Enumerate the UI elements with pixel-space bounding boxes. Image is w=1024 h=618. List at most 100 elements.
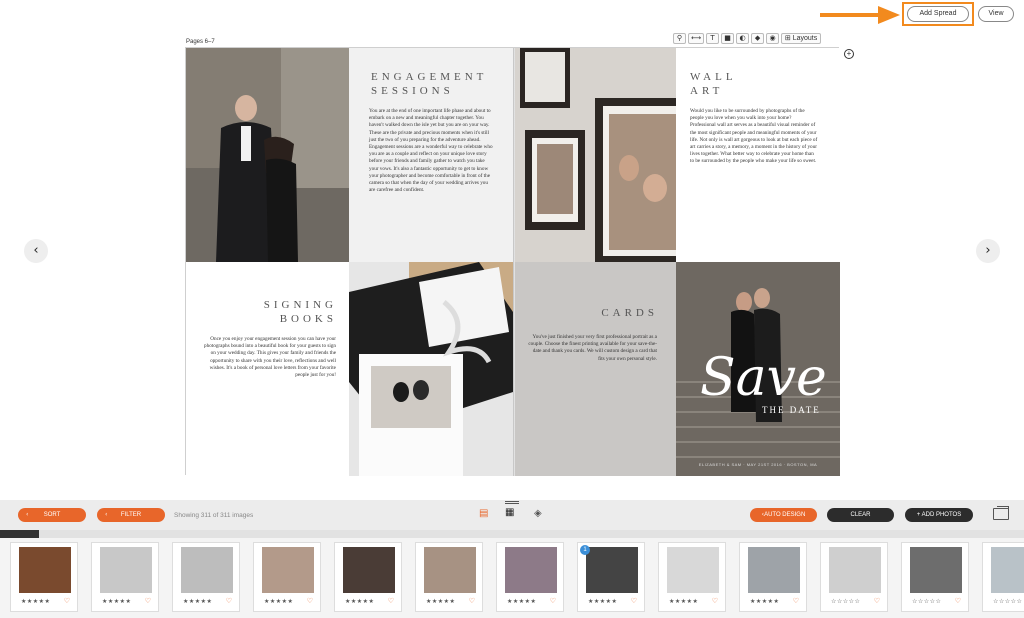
showing-count: Showing 311 of 311 images	[174, 512, 254, 519]
heart-icon[interactable]: ♡	[712, 597, 718, 605]
engagement-text-panel[interactable]: ENGAGEMENT SESSIONS You are at the end o…	[349, 48, 513, 262]
heart-icon[interactable]: ♡	[955, 597, 961, 605]
sort-label: SORT	[43, 512, 61, 518]
heart-icon[interactable]: ♡	[874, 597, 880, 605]
add-spread-button[interactable]: Add Spread	[907, 6, 969, 22]
view-button[interactable]: View	[978, 6, 1014, 22]
heart-icon[interactable]: ♡	[307, 597, 313, 605]
heart-icon[interactable]: ♡	[64, 597, 70, 605]
photo-thumbnail[interactable]: ☆☆☆☆☆ ♡	[820, 542, 888, 612]
rating-stars-icon[interactable]: ★★★★★	[426, 598, 455, 605]
rating-stars-icon[interactable]: ★★★★★	[669, 598, 698, 605]
photo-thumbnail[interactable]: ★★★★★ ♡	[172, 542, 240, 612]
photo-thumbnail[interactable]: ★★★★★ ♡	[10, 542, 78, 612]
heart-icon[interactable]: ♡	[226, 597, 232, 605]
signing-title-2: BOOKS	[279, 313, 337, 325]
save-the-date-photo[interactable]: Save THE DATE ELIZABETH & SAM · MAY 21ST…	[676, 262, 840, 476]
rating-stars-icon[interactable]: ★★★★★	[21, 598, 50, 605]
stacked-photos-icon[interactable]: ▤	[479, 508, 488, 519]
signing-text-panel[interactable]: SIGNING BOOKS Once you enjoy your engage…	[186, 262, 349, 476]
photo-thumbnail[interactable]: ★★★★★ ♡	[91, 542, 159, 612]
cards-body: You've just finished your very first pro…	[528, 334, 657, 362]
strip-scrollbar[interactable]	[0, 530, 1024, 538]
rating-stars-icon[interactable]: ☆☆☆☆☆	[831, 598, 860, 605]
photo-thumbnail[interactable]: ★★★★★ ♡	[496, 542, 564, 612]
wall-art-photo-art	[515, 48, 676, 262]
save-the-date-footer: ELIZABETH & SAM · MAY 21ST 2016 · BOSTON…	[698, 462, 818, 467]
thumbnail-image	[100, 547, 152, 593]
photo-thumbnail[interactable]: ☆☆☆☆☆ ♡	[901, 542, 969, 612]
heart-icon[interactable]: ♡	[793, 597, 799, 605]
thumbnail-image	[505, 547, 557, 593]
heart-icon[interactable]: ♡	[145, 597, 151, 605]
chevron-left-icon: ‹	[105, 511, 108, 518]
square-icon[interactable]: ■	[721, 33, 735, 44]
signing-book-photo[interactable]	[349, 262, 513, 476]
half-circle-icon[interactable]: ◐	[736, 33, 750, 44]
text-icon[interactable]: T	[706, 33, 720, 44]
spread-toolbar: ⚲ ⟷ T ■ ◐ ◆ ◉ ⊞ Layouts	[673, 33, 822, 44]
rating-stars-icon[interactable]: ★★★★★	[264, 598, 293, 605]
the-date-text: THE DATE	[762, 405, 821, 415]
photo-thumbnail[interactable]: ★★★★★ ♡	[658, 542, 726, 612]
auto-design-button[interactable]: ‹AUTO DESIGN	[750, 508, 817, 522]
filter-button[interactable]: ‹ FILTER	[97, 508, 165, 522]
rating-stars-icon[interactable]: ★★★★★	[183, 598, 212, 605]
page-spread[interactable]: ENGAGEMENT SESSIONS You are at the end o…	[185, 47, 840, 476]
app-root: Add Spread View Pages 6–7 ⚲ ⟷ T ■ ◐ ◆ ◉ …	[0, 0, 1024, 618]
checker-grid-icon[interactable]: ▦	[505, 507, 514, 518]
engagement-photo[interactable]	[186, 48, 349, 262]
engagement-title-2: SESSIONS	[371, 85, 454, 97]
rating-stars-icon[interactable]: ☆☆☆☆☆	[993, 598, 1022, 605]
heart-icon[interactable]: ♡	[469, 597, 475, 605]
photo-thumbnail[interactable]: ★★★★★ ♡	[253, 542, 321, 612]
rating-stars-icon[interactable]: ★★★★★	[102, 598, 131, 605]
heart-icon[interactable]: ♡	[388, 597, 394, 605]
pin-icon[interactable]: ◆	[751, 33, 765, 44]
rating-stars-icon[interactable]: ★★★★★	[750, 598, 779, 605]
layers-icon[interactable]: ◈	[534, 508, 542, 519]
photo-thumbnail[interactable]: ★★★★★ ♡	[739, 542, 807, 612]
thumbnail-image	[19, 547, 71, 593]
spread-spine	[513, 48, 515, 476]
sort-button[interactable]: ‹ SORT	[18, 508, 86, 522]
rating-stars-icon[interactable]: ★★★★★	[507, 598, 536, 605]
cards-text-panel[interactable]: CARDS You've just finished your very fir…	[515, 262, 676, 476]
save-script: Save	[700, 348, 827, 408]
wall-art-photo[interactable]	[515, 48, 676, 262]
signing-body: Once you enjoy your engagement session y…	[204, 336, 336, 379]
thumbnail-image	[262, 547, 314, 593]
chevron-left-icon: ‹	[26, 511, 29, 518]
add-photos-button[interactable]: + ADD PHOTOS	[905, 508, 973, 522]
thumbnail-image	[667, 547, 719, 593]
photo-thumbnail[interactable]: ☆☆☆☆☆♡	[982, 542, 1024, 612]
engagement-photo-art	[186, 48, 349, 262]
eye-icon[interactable]: ◉	[766, 33, 780, 44]
rating-stars-icon[interactable]: ★★★★★	[345, 598, 374, 605]
strip-scroll-thumb[interactable]	[0, 530, 39, 538]
photo-thumbnail[interactable]: ★★★★★ ♡	[415, 542, 483, 612]
zoom-icon[interactable]: ⚲	[673, 33, 686, 44]
grid-icon: ⊞	[784, 35, 791, 42]
wall-art-body: Would you like to be surrounded by photo…	[690, 108, 818, 165]
expand-panel-icon[interactable]	[993, 506, 1009, 520]
signing-title-1: SIGNING	[263, 299, 337, 311]
thumbnail-image	[181, 547, 233, 593]
thumbnail-image	[829, 547, 881, 593]
drag-handle-icon[interactable]	[505, 501, 519, 504]
photo-thumbnail[interactable]: ★★★★★ ♡	[334, 542, 402, 612]
clear-button[interactable]: CLEAR	[827, 508, 894, 522]
layouts-button[interactable]: ⊞ Layouts	[781, 33, 822, 44]
next-spread-button[interactable]: ›	[976, 239, 1000, 263]
heart-icon[interactable]: ♡	[631, 597, 637, 605]
photo-thumbnail[interactable]: 1 ★★★★★ ♡	[577, 542, 645, 612]
prev-spread-button[interactable]: ‹	[24, 239, 48, 263]
heart-icon[interactable]: ♡	[550, 597, 556, 605]
rating-stars-icon[interactable]: ★★★★★	[588, 598, 617, 605]
fit-width-icon[interactable]: ⟷	[688, 33, 705, 44]
thumbnail-image	[748, 547, 800, 593]
rating-stars-icon[interactable]: ☆☆☆☆☆	[912, 598, 941, 605]
usage-badge: 1	[580, 545, 590, 555]
wall-art-text-panel[interactable]: WALL ART Would you like to be surrounded…	[676, 48, 840, 262]
add-page-icon[interactable]: +	[844, 49, 854, 59]
